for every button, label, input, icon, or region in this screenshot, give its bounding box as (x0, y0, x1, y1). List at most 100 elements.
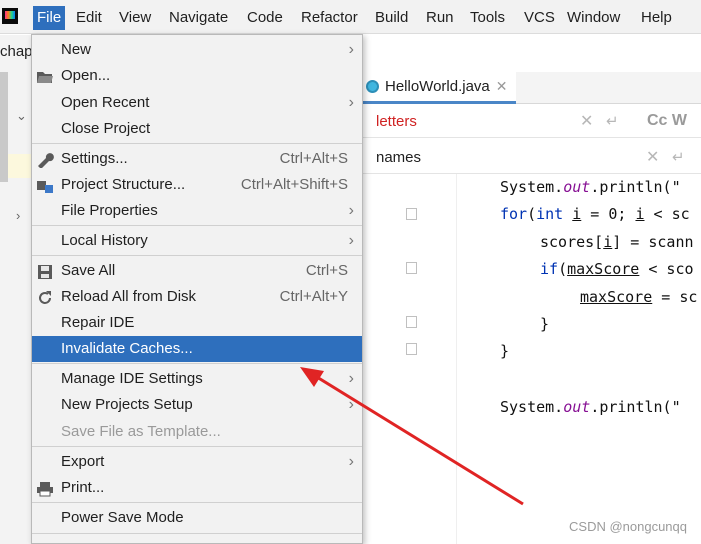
fold-icon[interactable] (406, 316, 417, 328)
menu-separator (32, 255, 362, 256)
menu-separator (32, 533, 362, 534)
menu-item-repair-ide[interactable]: Repair IDE (32, 310, 362, 336)
java-class-icon (366, 80, 379, 93)
find-row-2[interactable]: names ✕ ↵ (362, 141, 701, 174)
fold-icon[interactable] (406, 343, 417, 355)
menu-item-label: Close Project (61, 120, 151, 137)
menu-item-shortcut: Ctrl+Alt+S (279, 150, 348, 167)
new-line-icon[interactable]: ↵ (606, 112, 619, 130)
menu-item-label: Settings... (61, 150, 128, 167)
menu-item-label: Save All (61, 262, 116, 279)
chevron-down-icon[interactable]: ⌄ (16, 108, 27, 124)
find-row-1[interactable]: letters ✕ ↵ Cc W (362, 105, 701, 138)
menu-file[interactable]: File (33, 6, 66, 30)
menu-help[interactable]: Help (637, 6, 676, 30)
tab-label: HelloWorld.java (385, 78, 490, 95)
menu-window[interactable]: Window (563, 6, 624, 30)
menu-item-reload[interactable]: Reload All from Disk Ctrl+Alt+Y (32, 284, 362, 310)
menu-item-export[interactable]: Export › (32, 449, 362, 475)
menu-item-label: File Properties (61, 202, 158, 219)
project-tab[interactable]: chap (0, 43, 33, 60)
chevron-right-icon: › (348, 202, 354, 219)
chevron-right-icon: › (348, 453, 354, 470)
menu-vcs[interactable]: VCS (520, 6, 559, 30)
editor-gutter (362, 174, 457, 544)
menu-item-close-project[interactable]: Close Project (32, 116, 362, 142)
new-line-icon[interactable]: ↵ (672, 148, 685, 166)
close-icon[interactable]: ✕ (496, 78, 508, 95)
menu-tools[interactable]: Tools (466, 6, 509, 30)
fold-icon[interactable] (406, 208, 417, 220)
menu-item-label: Save File as Template... (61, 423, 221, 440)
side-panel-bar[interactable] (0, 72, 8, 182)
chevron-right-icon: › (348, 232, 354, 249)
menu-item-label: Project Structure... (61, 176, 186, 193)
menu-item-power-save-mode[interactable]: Power Save Mode (32, 505, 362, 531)
clear-icon[interactable]: ✕ (646, 147, 659, 167)
menu-build[interactable]: Build (371, 6, 412, 30)
menu-item-label: Open... (61, 67, 111, 84)
code-line[interactable]: System.out.println(" (500, 398, 681, 416)
menu-item-print[interactable]: Print... (32, 475, 362, 501)
wrench-icon (36, 151, 54, 169)
code-line[interactable]: System.out.println(" (500, 178, 681, 196)
menu-view[interactable]: View (115, 6, 155, 30)
chevron-right-icon: › (348, 94, 354, 111)
menu-navigate[interactable]: Navigate (165, 6, 232, 30)
file-menu-dropdown: New › Open... Open Recent › Close Projec… (31, 34, 363, 544)
code-line[interactable]: } (540, 315, 549, 333)
menu-item-save-all[interactable]: Save All Ctrl+S (32, 258, 362, 284)
menu-separator (32, 502, 362, 503)
menu-item-save-as-template: Save File as Template... (32, 419, 362, 445)
menu-separator (32, 446, 362, 447)
menu-item-label: Power Save Mode (61, 509, 184, 526)
code-line[interactable]: maxScore = sc (580, 288, 697, 306)
project-structure-icon (36, 177, 54, 193)
menu-separator (32, 225, 362, 226)
find-input-1[interactable]: letters (376, 113, 417, 130)
editor-tab-bar: HelloWorld.java ✕ (362, 72, 701, 104)
code-line[interactable]: for(int i = 0; i < sc (500, 205, 690, 223)
menu-item-new[interactable]: New › (32, 37, 362, 63)
find-input-2[interactable]: names (376, 149, 421, 166)
menu-item-local-history[interactable]: Local History › (32, 228, 362, 254)
fold-icon[interactable] (406, 262, 417, 274)
chevron-right-icon: › (348, 41, 354, 58)
menu-separator (32, 143, 362, 144)
folder-open-icon (36, 68, 54, 84)
chevron-right-icon: › (348, 370, 354, 387)
menu-code[interactable]: Code (243, 6, 287, 30)
menu-item-open[interactable]: Open... (32, 63, 362, 89)
menu-item-label: Open Recent (61, 94, 150, 111)
chevron-right-icon: › (348, 396, 354, 413)
menu-item-new-projects-setup[interactable]: New Projects Setup › (32, 392, 362, 418)
save-icon (36, 263, 54, 279)
code-line[interactable]: scores[i] = scann (540, 233, 694, 251)
menu-item-shortcut: Ctrl+Alt+Y (279, 288, 348, 305)
tab-helloworld[interactable]: HelloWorld.java ✕ (362, 72, 516, 104)
menu-item-project-structure[interactable]: Project Structure... Ctrl+Alt+Shift+S (32, 172, 362, 198)
menu-item-label: Manage IDE Settings (61, 370, 203, 387)
menu-item-shortcut: Ctrl+S (305, 262, 348, 279)
menu-item-label: Invalidate Caches... (61, 340, 193, 357)
menu-item-file-properties[interactable]: File Properties › (32, 198, 362, 224)
menu-item-settings[interactable]: Settings... Ctrl+Alt+S (32, 146, 362, 172)
menu-refactor[interactable]: Refactor (297, 6, 362, 30)
menu-item-invalidate-caches[interactable]: Invalidate Caches... (32, 336, 362, 362)
code-line[interactable]: if(maxScore < sco (540, 260, 694, 278)
match-case-icon[interactable]: Cc W (647, 112, 687, 130)
highlight-row (8, 154, 32, 178)
menu-separator (32, 363, 362, 364)
chevron-right-icon[interactable]: › (16, 208, 20, 223)
clear-icon[interactable]: ✕ (580, 111, 593, 131)
menu-item-manage-ide-settings[interactable]: Manage IDE Settings › (32, 366, 362, 392)
printer-icon (36, 480, 54, 497)
code-line[interactable]: } (500, 342, 509, 360)
menu-item-open-recent[interactable]: Open Recent › (32, 90, 362, 116)
menu-item-label: New (61, 41, 92, 58)
refresh-icon (36, 289, 54, 305)
menu-item-label: Repair IDE (61, 314, 135, 331)
menu-item-label: Reload All from Disk (61, 288, 197, 305)
menu-edit[interactable]: Edit (72, 6, 106, 30)
menu-run[interactable]: Run (422, 6, 458, 30)
